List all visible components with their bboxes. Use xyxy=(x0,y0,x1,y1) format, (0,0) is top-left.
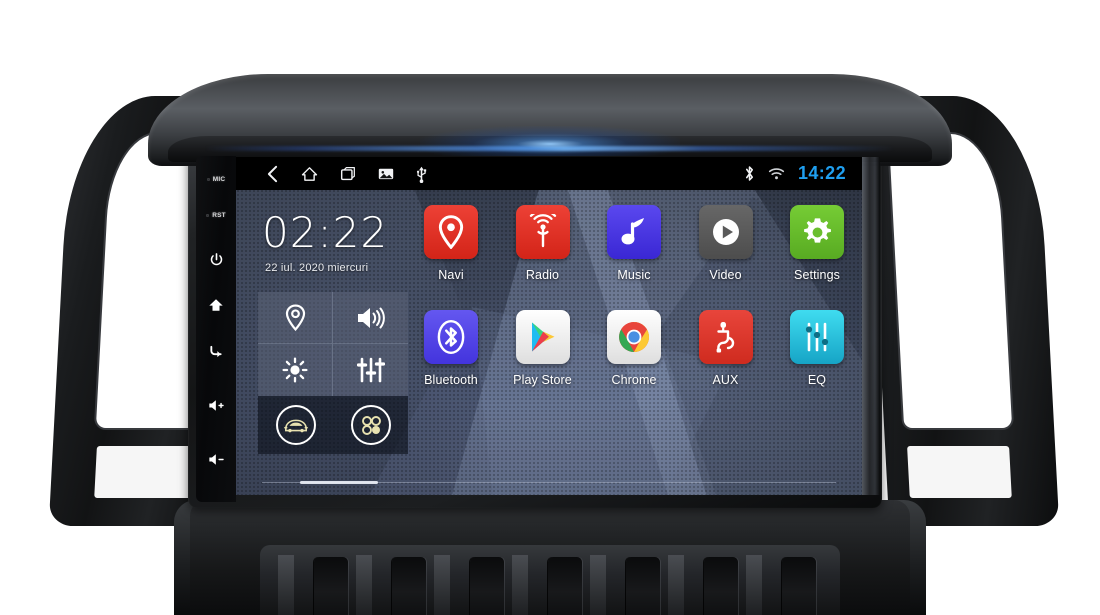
clock-widget-time: 02:22 xyxy=(262,208,389,257)
app-row-1: Navi Radio Music Video Settings xyxy=(412,205,856,282)
eq-tile[interactable] xyxy=(790,310,844,364)
chrome-label: Chrome xyxy=(611,373,657,387)
home-icon xyxy=(209,299,223,311)
music-label: Music xyxy=(617,268,651,282)
aux-label: AUX xyxy=(712,373,739,387)
play-store-tile[interactable] xyxy=(515,310,570,364)
power-icon xyxy=(210,252,222,265)
volume-up-icon xyxy=(208,399,224,411)
volume-toggle[interactable] xyxy=(333,292,408,344)
navi-tile[interactable] xyxy=(424,205,478,259)
apps-dots-icon xyxy=(361,416,381,435)
home-icon[interactable] xyxy=(301,166,318,182)
app-row-2: Bluetooth Play Store Chrome AUX EQ xyxy=(412,310,856,387)
back-hardware-button[interactable] xyxy=(201,342,231,360)
eq-sliders-icon xyxy=(805,322,829,352)
back-arrow-icon xyxy=(210,345,222,357)
volume-down-button[interactable] xyxy=(201,450,231,468)
navi-label: Navi xyxy=(438,268,464,282)
brightness-toggle[interactable] xyxy=(258,344,333,396)
speaker-icon xyxy=(357,307,385,328)
hardware-button-strip: MIC RST xyxy=(196,156,236,502)
app-video[interactable]: Video xyxy=(687,205,765,282)
app-eq[interactable]: EQ xyxy=(778,310,856,387)
eq-label: EQ xyxy=(807,373,827,387)
mic-button-label: MIC xyxy=(212,175,226,183)
location-toggle[interactable] xyxy=(258,292,333,344)
gear-icon xyxy=(803,217,831,243)
car-info-button[interactable] xyxy=(275,405,316,445)
app-settings[interactable]: Settings xyxy=(778,205,856,282)
play-circle-icon xyxy=(712,219,739,245)
brightness-sun-icon xyxy=(282,357,308,383)
app-aux[interactable]: AUX xyxy=(687,310,765,387)
aux-plug-icon xyxy=(716,322,734,353)
chrome-icon xyxy=(619,322,650,352)
right-trim-slot xyxy=(907,446,1012,498)
music-tile[interactable] xyxy=(607,205,661,259)
all-apps-button[interactable] xyxy=(350,405,391,445)
settings-label: Settings xyxy=(794,268,840,282)
location-pin-icon xyxy=(285,304,305,331)
status-bar-clock: 14:22 xyxy=(797,163,846,183)
mic-indicator-dot xyxy=(206,177,210,181)
radio-tile[interactable] xyxy=(515,205,570,259)
blue-led-strip xyxy=(205,146,895,151)
recents-icon[interactable] xyxy=(340,166,356,181)
video-tile[interactable] xyxy=(698,205,753,259)
radio-waves-icon xyxy=(529,214,556,248)
reset-indicator-dot xyxy=(206,213,210,217)
app-grid: Navi Radio Music Video Settings Bluetoot… xyxy=(412,205,856,415)
screenshot-root: MIC RST 14:22 02:22 22 iul. 2020 miercur… xyxy=(0,0,1100,615)
app-bluetooth[interactable]: Bluetooth xyxy=(412,310,490,387)
clock-widget[interactable]: 02:22 22 iul. 2020 miercuri xyxy=(262,208,389,275)
video-label: Video xyxy=(709,268,742,282)
radio-label: Radio xyxy=(525,268,560,282)
app-chrome[interactable]: Chrome xyxy=(595,310,673,387)
back-icon[interactable] xyxy=(266,165,279,183)
app-radio[interactable]: Radio xyxy=(504,205,582,282)
volume-up-button[interactable] xyxy=(201,396,231,414)
aux-tile[interactable] xyxy=(698,310,753,364)
right-vent-opening xyxy=(888,134,1013,428)
center-air-vents xyxy=(260,545,840,615)
bluetooth-icon xyxy=(744,165,755,182)
touchscreen[interactable]: 14:22 02:22 22 iul. 2020 miercuri Navi R… xyxy=(236,157,862,495)
screenshot-icon[interactable] xyxy=(378,167,394,180)
page-indicator[interactable] xyxy=(262,480,836,484)
map-pin-icon xyxy=(438,215,464,249)
chrome-tile[interactable] xyxy=(607,310,661,364)
music-note-icon xyxy=(621,218,644,245)
equalizer-toggle[interactable] xyxy=(333,344,408,396)
play-store-icon xyxy=(531,322,554,352)
quick-toggle-grid xyxy=(258,292,408,396)
settings-tile[interactable] xyxy=(790,205,844,259)
bluetooth-icon xyxy=(437,319,465,355)
bluetooth-tile[interactable] xyxy=(424,310,478,364)
round-button-row xyxy=(258,396,408,454)
power-button[interactable] xyxy=(201,250,231,268)
left-trim-slot xyxy=(94,446,199,498)
bluetooth-label: Bluetooth xyxy=(424,373,478,387)
wifi-icon xyxy=(768,167,785,180)
status-bar: 14:22 xyxy=(236,157,862,190)
screen-right-bezel xyxy=(862,157,880,495)
volume-down-icon xyxy=(208,453,224,465)
app-music[interactable]: Music xyxy=(595,205,673,282)
app-play-store[interactable]: Play Store xyxy=(504,310,582,387)
sliders-icon xyxy=(356,357,385,383)
play-store-label: Play Store xyxy=(513,373,572,387)
app-navi[interactable]: Navi xyxy=(412,205,490,282)
mic-button[interactable]: MIC xyxy=(201,170,231,188)
usb-icon[interactable] xyxy=(416,165,427,183)
clock-widget-date: 22 iul. 2020 miercuri xyxy=(265,262,369,274)
reset-button[interactable]: RST xyxy=(201,206,231,224)
reset-button-label: RST xyxy=(212,211,226,219)
car-icon xyxy=(283,419,308,433)
home-hardware-button[interactable] xyxy=(201,296,231,314)
